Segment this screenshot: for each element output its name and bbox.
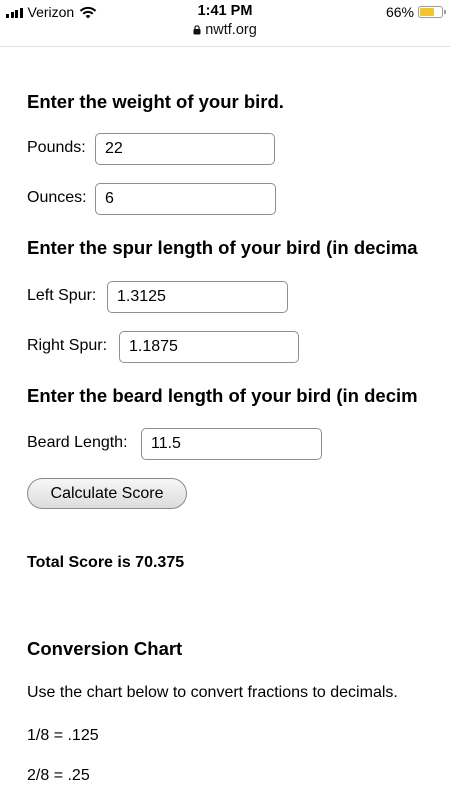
conversion-chart-heading: Conversion Chart	[27, 638, 183, 659]
battery-icon	[418, 6, 446, 18]
conversion-row-1: 1/8 = .125	[27, 727, 99, 744]
address-bar[interactable]: nwtf.org	[0, 22, 450, 38]
left-spur-label: Left Spur:	[27, 287, 97, 304]
right-spur-input[interactable]	[119, 331, 299, 363]
right-spur-label: Right Spur:	[27, 337, 108, 354]
beard-length-input[interactable]	[141, 428, 322, 460]
conversion-intro: Use the chart below to convert fractions…	[27, 684, 398, 701]
left-spur-input[interactable]	[107, 281, 288, 313]
conversion-row-2: 2/8 = .25	[27, 767, 90, 784]
status-right: 66%	[385, 4, 446, 20]
url-text: nwtf.org	[205, 22, 257, 38]
beard-length-label: Beard Length:	[27, 434, 128, 451]
battery-fill	[420, 8, 434, 16]
lock-icon	[193, 25, 201, 35]
battery-percent: 66%	[385, 4, 414, 20]
ounces-input[interactable]	[95, 183, 276, 215]
total-score: Total Score is 70.375	[27, 554, 185, 571]
page-content: Enter the weight of your bird. Pounds: O…	[0, 47, 450, 800]
status-bar: Verizon 1:41 PM 66%	[0, 0, 450, 24]
ounces-label: Ounces:	[27, 189, 87, 206]
clock: 1:41 PM	[197, 3, 253, 19]
weight-heading: Enter the weight of your bird.	[27, 91, 284, 112]
pounds-label: Pounds:	[27, 139, 86, 156]
pounds-input[interactable]	[95, 133, 275, 165]
beard-heading: Enter the beard length of your bird (in …	[27, 385, 418, 406]
spur-heading: Enter the spur length of your bird (in d…	[27, 237, 418, 258]
calculate-score-button[interactable]: Calculate Score	[27, 478, 187, 509]
